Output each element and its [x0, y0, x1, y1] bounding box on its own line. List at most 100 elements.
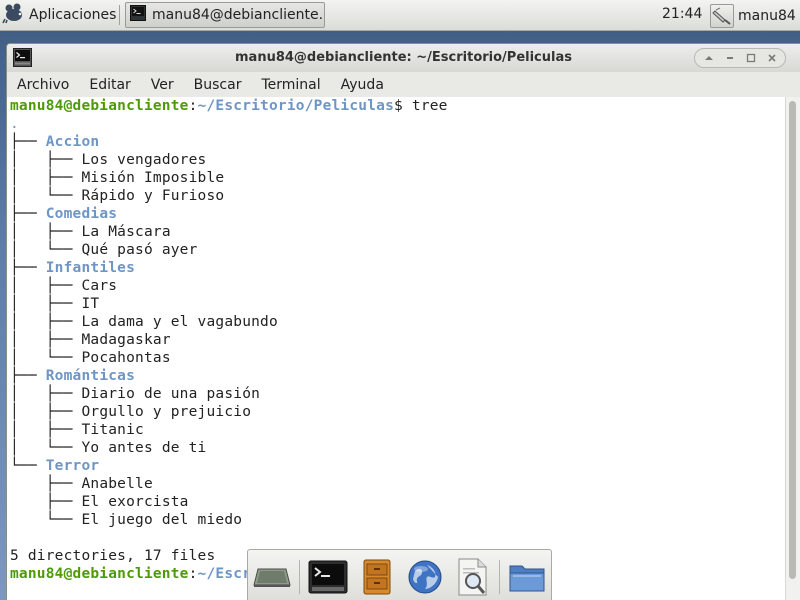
tree-directory: Románticas: [45, 368, 136, 384]
terminal-window: manu84@debiancliente: ~/Escritorio/Pelic…: [6, 43, 800, 600]
tree-summary: 5 directories, 17 files: [10, 548, 216, 564]
window-titlebar[interactable]: manu84@debiancliente: ~/Escritorio/Pelic…: [7, 44, 800, 73]
menu-ver[interactable]: Ver: [141, 77, 184, 93]
tree-branch: ├──: [10, 260, 46, 276]
tree-file: Pocahontas: [81, 350, 171, 366]
maximize-button[interactable]: [740, 49, 761, 67]
tree-file-line: ├── Anabelle: [10, 475, 786, 493]
tree-file-line: │ ├── La Máscara: [10, 223, 786, 241]
dock-separator: [499, 560, 500, 594]
tree-file: IT: [81, 296, 100, 312]
menu-terminal[interactable]: Terminal: [251, 77, 330, 93]
tree-file: Diario de una pasión: [81, 386, 261, 402]
tree-branch: │ ├──: [10, 386, 82, 402]
tree-branch: │ ├──: [10, 170, 82, 186]
terminal-icon: [130, 5, 146, 25]
tree-directory-line: ├── Románticas: [10, 367, 786, 385]
tree-file: Yo antes de ti: [81, 440, 207, 456]
tree-branch: │ ├──: [10, 224, 82, 240]
terminal-icon[interactable]: [308, 558, 348, 596]
tree-branch: │ └──: [10, 242, 82, 258]
menu-editar[interactable]: Editar: [79, 77, 140, 93]
tree-branch: │ └──: [10, 350, 82, 366]
tree-directory-line: ├── Infantiles: [10, 259, 786, 277]
prompt-symbol: $: [394, 98, 403, 114]
tree-file-line: └── El juego del miedo: [10, 511, 786, 529]
window-controls: [694, 48, 786, 68]
file-manager-icon[interactable]: [357, 558, 397, 596]
tree-branch: ├──: [10, 476, 82, 492]
tree-branch: │ └──: [10, 440, 82, 456]
prompt-user: manu84@debiancliente: [10, 98, 189, 114]
tree-file-line: │ ├── IT: [10, 295, 786, 313]
tree-directory: Infantiles: [45, 260, 136, 276]
tree-file: Los vengadores: [81, 152, 207, 168]
tree-file: Anabelle: [81, 476, 153, 492]
folder-icon[interactable]: [507, 558, 547, 596]
tree-branch: │ ├──: [10, 152, 82, 168]
applications-menu-label: Aplicaciones: [29, 7, 117, 23]
tree-branch: │ └──: [10, 188, 82, 204]
tree-branch: ├──: [10, 494, 82, 510]
roll-up-button[interactable]: [698, 49, 719, 67]
tree-directory: Accion: [45, 134, 100, 150]
menu-buscar[interactable]: Buscar: [184, 77, 252, 93]
minimize-button[interactable]: [719, 49, 740, 67]
tree-file: Cars: [81, 278, 118, 294]
tree-file: Orgullo y prejuicio: [81, 404, 252, 420]
tree-file: Madagaskar: [81, 332, 171, 348]
prompt-line: manu84@debiancliente:~/Escritorio/Pelicu…: [10, 97, 786, 115]
tree-directory-line: ├── Accion: [10, 133, 786, 151]
app-finder-icon[interactable]: [453, 558, 493, 596]
prompt-user: manu84@debiancliente: [10, 566, 189, 582]
menu-ayuda[interactable]: Ayuda: [331, 77, 394, 93]
taskbar-window-label: manu84@debiancliente...: [152, 7, 324, 23]
terminal-scrollbar[interactable]: [785, 97, 800, 600]
user-name: manu84: [738, 7, 796, 24]
tree-branch: └──: [10, 458, 46, 474]
terminal-output[interactable]: manu84@debiancliente:~/Escritorio/Pelicu…: [7, 97, 786, 600]
tree-file-line: │ ├── Orgullo y prejuicio: [10, 403, 786, 421]
tree-file-line: │ └── Yo antes de ti: [10, 439, 786, 457]
tree-file-line: │ ├── Los vengadores: [10, 151, 786, 169]
taskbar-window-button[interactable]: manu84@debiancliente...: [125, 2, 325, 28]
tree-branch: │ ├──: [10, 278, 82, 294]
top-panel: Aplicaciones manu84@debiancliente... 21:…: [0, 0, 800, 31]
tree-file: El exorcista: [81, 494, 189, 510]
clock[interactable]: 21:44: [662, 6, 702, 22]
tree-file: La dama y el vagabundo: [81, 314, 278, 330]
panel-separator: [119, 5, 120, 25]
tree-directory-line: ├── Comedias: [10, 205, 786, 223]
tree-file: La Máscara: [81, 224, 171, 240]
prompt-separator: :: [188, 98, 198, 114]
tree-file-line: │ └── Rápido y Furioso: [10, 187, 786, 205]
user-menu[interactable]: manu84: [710, 2, 800, 29]
prompt-path: ~/Escritorio/Peliculas: [197, 98, 395, 114]
tree-file-line: │ ├── Misión Imposible: [10, 169, 786, 187]
tree-root-line: .: [10, 115, 786, 133]
scrollbar-thumb[interactable]: [789, 101, 796, 579]
dock-separator: [299, 560, 300, 594]
tree-file-line: │ ├── Madagaskar: [10, 331, 786, 349]
tree-branch: │ ├──: [10, 296, 82, 312]
menu-archivo[interactable]: Archivo: [7, 77, 79, 93]
command-text: tree: [402, 98, 448, 114]
tree-file: Misión Imposible: [81, 170, 225, 186]
prompt-path: ~/Escr: [197, 566, 252, 582]
prompt-separator: :: [188, 566, 198, 582]
applications-menu-button[interactable]: Aplicaciones: [2, 3, 116, 27]
tree-directory-line: └── Terror: [10, 457, 786, 475]
tree-branch: └──: [10, 512, 82, 528]
web-browser-icon[interactable]: [405, 558, 445, 596]
tree-directory: Comedias: [45, 206, 118, 222]
tree-branch: │ ├──: [10, 404, 82, 420]
close-button[interactable]: [761, 49, 782, 67]
tree-file-line: │ ├── Diario de una pasión: [10, 385, 786, 403]
tree-directory: Terror: [45, 458, 100, 474]
removable-drive-icon[interactable]: [710, 3, 734, 28]
tree-file: Qué pasó ayer: [81, 242, 198, 258]
tree-branch: ├──: [10, 368, 46, 384]
tree-file-line: │ ├── Titanic: [10, 421, 786, 439]
show-desktop-icon[interactable]: [252, 558, 292, 596]
